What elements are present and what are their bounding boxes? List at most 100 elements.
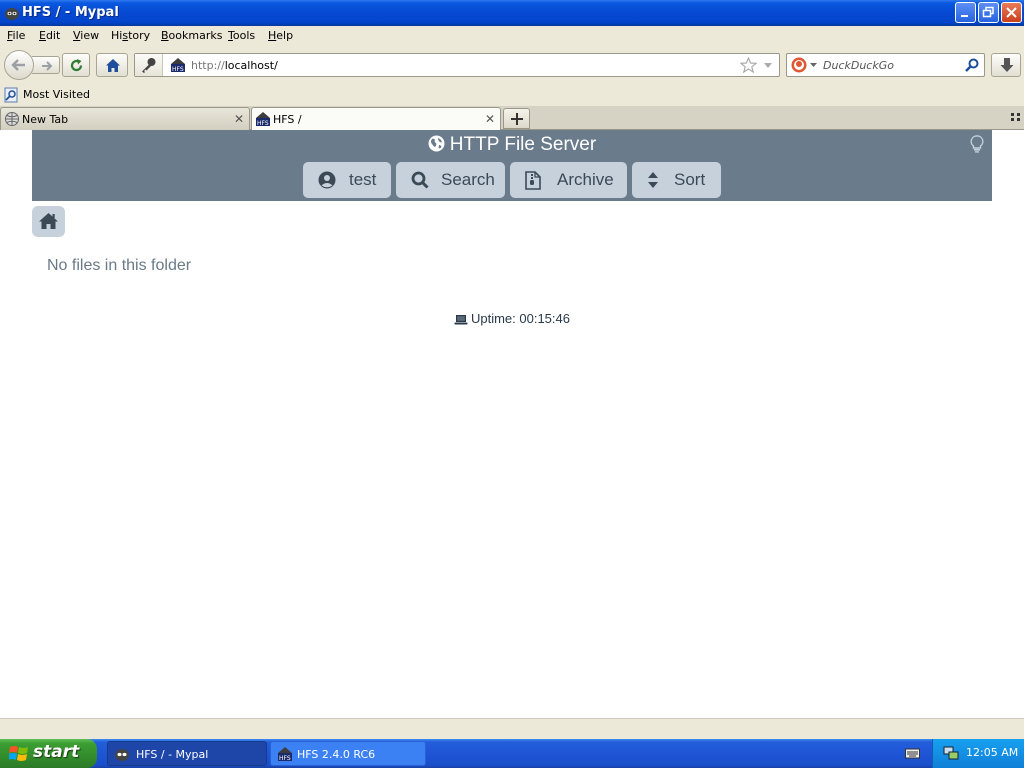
window-title: HFS / - Mypal: [22, 5, 119, 20]
taskbar-item-hfs[interactable]: HFS HFS 2.4.0 RC6: [270, 741, 426, 766]
menu-help[interactable]: Help: [268, 29, 293, 42]
back-forward-group: [4, 50, 60, 80]
bookmark-star-icon[interactable]: [740, 57, 757, 73]
close-tab-icon[interactable]: ✕: [485, 112, 495, 126]
svg-text:HFS: HFS: [257, 120, 269, 127]
user-button-label: test: [349, 170, 377, 189]
archive-button[interactable]: Archive: [510, 162, 627, 198]
tab-hfs[interactable]: HFS HFS / ✕: [251, 107, 501, 131]
menu-bookmarks[interactable]: Bookmarks: [161, 29, 222, 42]
search-engine-dropdown-icon[interactable]: [810, 63, 817, 68]
bookmarks-toolbar: Most Visited: [0, 84, 1024, 106]
keyboard-icon[interactable]: [905, 747, 920, 759]
close-tab-icon[interactable]: ✕: [234, 112, 244, 126]
tab-new-tab[interactable]: New Tab ✕: [0, 107, 250, 130]
uptime-status: Uptime: 00:15:46: [0, 311, 1024, 326]
address-bar[interactable]: HFS http://localhost/: [134, 53, 780, 77]
home-icon: [39, 213, 58, 229]
user-circle-icon: [318, 171, 336, 189]
url-protocol: http://: [191, 59, 225, 72]
search-bar[interactable]: DuckDuckGo: [786, 53, 985, 77]
user-button[interactable]: test: [303, 162, 391, 198]
minimize-button[interactable]: [955, 2, 976, 23]
archive-button-label: Archive: [557, 170, 614, 189]
url-text: http://localhost/: [191, 59, 278, 72]
home-folder-button[interactable]: [32, 206, 65, 237]
tab-list-icon[interactable]: [1011, 113, 1021, 121]
sort-button[interactable]: Sort: [632, 162, 721, 198]
laptop-icon: [454, 315, 468, 325]
search-icon: [411, 171, 429, 189]
page-content: HTTP File Server test Search Archive Sor…: [0, 130, 1024, 718]
url-dropdown-icon[interactable]: [763, 62, 773, 69]
hfs-app-icon: HFS: [278, 747, 292, 762]
reload-button[interactable]: [62, 53, 90, 77]
taskbar-item-label: HFS 2.4.0 RC6: [297, 748, 376, 761]
system-clock[interactable]: 12:05 AM: [966, 746, 1018, 759]
search-placeholder: DuckDuckGo: [823, 59, 894, 72]
svg-text:HFS: HFS: [172, 66, 184, 73]
menu-view[interactable]: View: [73, 29, 99, 42]
lightbulb-icon[interactable]: [970, 135, 984, 153]
tab-label: HFS /: [273, 113, 302, 126]
search-icon[interactable]: [965, 58, 979, 72]
globe-tab-icon: [5, 112, 19, 126]
start-button[interactable]: start: [0, 739, 97, 768]
hfs-header: HTTP File Server test Search Archive Sor…: [32, 130, 992, 201]
network-icon[interactable]: [943, 745, 959, 761]
hfs-tab-icon: HFS: [256, 112, 270, 127]
restore-button[interactable]: [978, 2, 999, 23]
menu-bar: File Edit View History Bookmarks Tools H…: [0, 26, 1024, 46]
search-button[interactable]: Search: [396, 162, 505, 198]
forward-arrow-icon: [42, 61, 53, 71]
downloads-button[interactable]: [991, 53, 1021, 77]
start-label: start: [33, 742, 80, 762]
menu-file[interactable]: File: [7, 29, 25, 42]
navigation-toolbar: HFS http://localhost/ DuckDuckGo: [0, 46, 1024, 84]
home-button[interactable]: [96, 53, 128, 77]
key-icon: [142, 58, 156, 73]
menu-edit[interactable]: Edit: [39, 29, 60, 42]
mypal-app-icon: [115, 749, 129, 761]
close-icon: [1006, 7, 1017, 18]
back-button[interactable]: [4, 50, 34, 80]
windows-flag-icon: [9, 746, 28, 761]
tab-label: New Tab: [22, 113, 69, 126]
uptime-text: Uptime: 00:15:46: [470, 311, 570, 326]
svg-text:HFS: HFS: [279, 755, 291, 762]
new-tab-button[interactable]: [503, 108, 530, 129]
system-tray: 12:05 AM: [932, 739, 1024, 768]
file-archive-icon: [525, 171, 541, 190]
hfs-favicon: HFS: [171, 58, 185, 73]
most-visited-folder-icon: [4, 87, 18, 103]
duckduckgo-icon[interactable]: [791, 57, 807, 73]
url-host: localhost/: [224, 59, 278, 72]
close-window-button[interactable]: [1001, 2, 1022, 23]
reload-icon: [70, 59, 83, 72]
restore-icon: [982, 6, 994, 18]
back-arrow-icon: [11, 59, 25, 71]
download-arrow-icon: [1000, 58, 1014, 72]
page-title: HTTP File Server: [32, 134, 992, 156]
status-bar: [0, 718, 1024, 739]
sort-icon: [648, 172, 658, 188]
sort-button-label: Sort: [674, 170, 706, 189]
site-identity-button[interactable]: [135, 54, 163, 76]
mypal-app-icon: [5, 8, 19, 20]
search-button-label: Search: [441, 170, 495, 189]
menu-tools[interactable]: Tools: [228, 29, 255, 42]
window-titlebar[interactable]: HFS / - Mypal: [0, 0, 1024, 26]
minimize-icon: [961, 15, 968, 17]
plus-icon: [511, 113, 523, 125]
taskbar-item-label: HFS / - Mypal: [136, 748, 209, 761]
menu-history[interactable]: History: [111, 29, 150, 42]
globe-icon: [428, 135, 445, 152]
tab-bar: New Tab ✕ HFS HFS / ✕: [0, 106, 1024, 131]
windows-taskbar: start HFS / - Mypal HFS HFS 2.4.0 RC6 12…: [0, 739, 1024, 768]
forward-button[interactable]: [32, 56, 60, 74]
home-icon: [106, 59, 120, 72]
most-visited-bookmark[interactable]: Most Visited: [23, 88, 90, 101]
empty-folder-message: No files in this folder: [47, 257, 192, 274]
taskbar-item-mypal[interactable]: HFS / - Mypal: [107, 741, 267, 766]
page-title-text: HTTP File Server: [449, 134, 597, 155]
